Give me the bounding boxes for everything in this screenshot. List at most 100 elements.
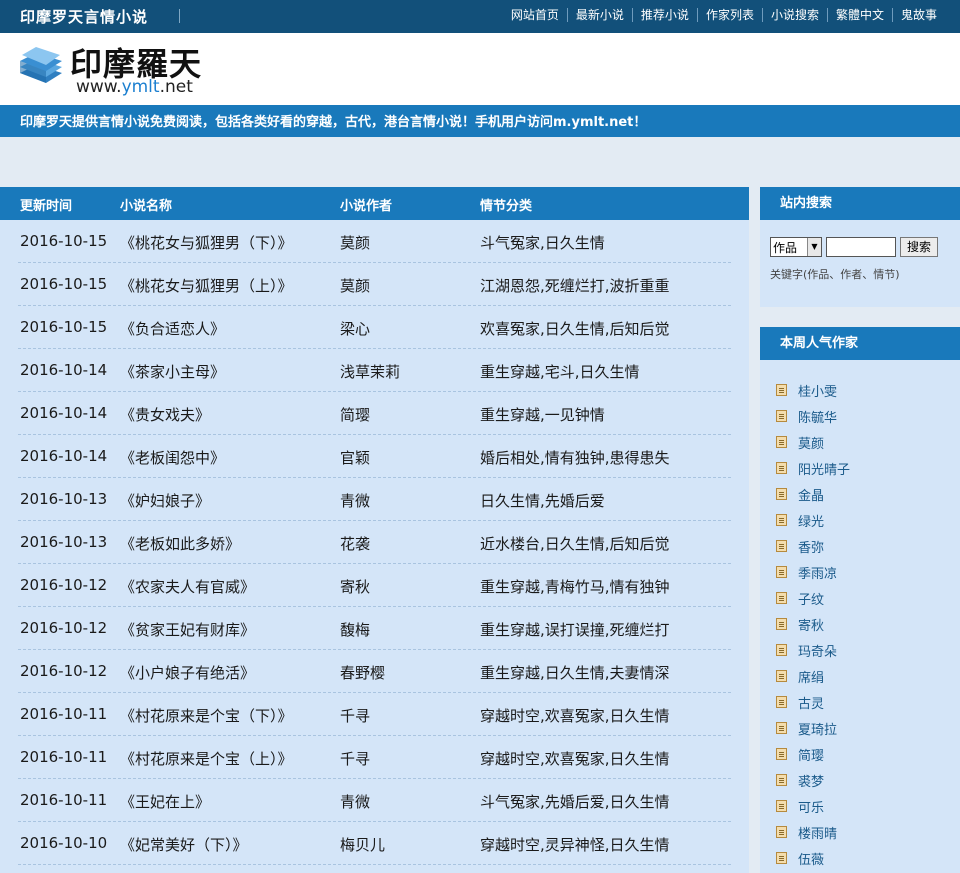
site-header: 印摩羅天 www.ymlt.net xyxy=(0,33,960,105)
author-link[interactable]: 伍薇 xyxy=(798,849,824,868)
row-title-link[interactable]: 《老板闺怨中》 xyxy=(120,447,225,468)
header-author: 小说作者 xyxy=(340,199,393,214)
list-item[interactable]: 寄秋 xyxy=(776,611,850,637)
list-item[interactable]: 香弥 xyxy=(776,533,850,559)
books-logo-icon[interactable] xyxy=(16,43,64,87)
row-title-link[interactable]: 《负合适恋人》 xyxy=(120,318,225,339)
list-item[interactable]: 夏琦拉 xyxy=(776,715,850,741)
row-author-link[interactable]: 简璎 xyxy=(340,404,370,425)
row-date: 2016-10-12 xyxy=(20,662,108,680)
author-link[interactable]: 莫颜 xyxy=(798,433,824,452)
row-title-link[interactable]: 《老板如此多娇》 xyxy=(120,533,240,554)
author-link[interactable]: 绿光 xyxy=(798,511,824,530)
list-item[interactable]: 绿光 xyxy=(776,507,850,533)
row-author-link[interactable]: 青微 xyxy=(340,490,370,511)
row-title-link[interactable]: 《王妃在上》 xyxy=(120,791,210,812)
domain-suffix: .net xyxy=(159,77,193,97)
table-row: 2016-10-11 《王妃在上》 青微 斗气冤家,先婚后爱,日久生情 xyxy=(18,779,731,822)
row-title-link[interactable]: 《村花原来是个宝（上）》 xyxy=(120,748,293,769)
row-title-link[interactable]: 《小户娘子有绝活》 xyxy=(120,662,255,683)
chevron-down-icon[interactable]: ▼ xyxy=(807,238,821,256)
author-link[interactable]: 陈毓华 xyxy=(798,407,837,426)
list-item[interactable]: 简璎 xyxy=(776,741,850,767)
row-author-link[interactable]: 青微 xyxy=(340,791,370,812)
table-row: 2016-10-11 《村花原来是个宝（上）》 千寻 穿越时空,欢喜冤家,日久生情 xyxy=(18,736,731,779)
author-link[interactable]: 阳光晴子 xyxy=(798,459,850,478)
row-title-link[interactable]: 《农家夫人有官威》 xyxy=(120,576,255,597)
nav-home[interactable]: 网站首页 xyxy=(503,8,567,22)
list-item[interactable]: 玛奇朵 xyxy=(776,637,850,663)
list-item[interactable]: 可乐 xyxy=(776,793,850,819)
list-item[interactable]: 阳光晴子 xyxy=(776,455,850,481)
row-author-link[interactable]: 寄秋 xyxy=(340,576,370,597)
row-genre: 斗气冤家,先婚后爱,日久生情 xyxy=(480,793,670,811)
row-author-link[interactable]: 梁心 xyxy=(340,318,370,339)
table-row: 2016-10-14 《老板闺怨中》 官颖 婚后相处,情有独钟,患得患失 xyxy=(18,435,731,478)
author-link[interactable]: 夏琦拉 xyxy=(798,719,837,738)
row-author-link[interactable]: 馥梅 xyxy=(340,619,370,640)
table-row: 2016-10-15 《桃花女与狐狸男（上）》 莫颜 江湖恩怨,死缠烂打,波折重重 xyxy=(18,263,731,306)
row-date: 2016-10-10 xyxy=(20,834,108,852)
list-item[interactable]: 子纹 xyxy=(776,585,850,611)
list-rows: 2016-10-15 《桃花女与狐狸男（下）》 莫颜 斗气冤家,日久生情 2016-1… xyxy=(0,220,749,865)
nav-ghost-stories[interactable]: 鬼故事 xyxy=(891,8,945,22)
row-author-link[interactable]: 花袭 xyxy=(340,533,370,554)
list-item[interactable]: 季雨凉 xyxy=(776,559,850,585)
row-title-link[interactable]: 《贫家王妃有财库》 xyxy=(120,619,255,640)
search-type-select[interactable]: 作品 ▼ xyxy=(770,237,822,257)
author-link[interactable]: 香弥 xyxy=(798,537,824,556)
row-date: 2016-10-15 xyxy=(20,318,108,336)
row-title-link[interactable]: 《茶家小主母》 xyxy=(120,361,225,382)
list-item[interactable]: 莫颜 xyxy=(776,429,850,455)
row-author-link[interactable]: 千寻 xyxy=(340,705,370,726)
author-link[interactable]: 可乐 xyxy=(798,797,824,816)
list-item[interactable]: 金晶 xyxy=(776,481,850,507)
popular-authors-panel: 本周人气作家 桂小雯 陈毓华 莫颜 阳光晴子 金晶 绿光 香弥 季雨凉 子纹 寄… xyxy=(760,327,960,873)
author-link[interactable]: 寄秋 xyxy=(798,615,824,634)
row-title-link[interactable]: 《桃花女与狐狸男（下）》 xyxy=(120,232,293,253)
search-input[interactable] xyxy=(826,237,896,257)
author-link[interactable]: 季雨凉 xyxy=(798,563,837,582)
author-link[interactable]: 楼雨晴 xyxy=(798,823,837,842)
author-link[interactable]: 古灵 xyxy=(798,693,824,712)
table-row: 2016-10-15 《负合适恋人》 梁心 欢喜冤家,日久生情,后知后觉 xyxy=(18,306,731,349)
row-author-link[interactable]: 浅草茉莉 xyxy=(340,361,400,382)
search-button[interactable]: 搜索 xyxy=(900,237,939,257)
row-date: 2016-10-14 xyxy=(20,447,108,465)
row-author-link[interactable]: 千寻 xyxy=(340,748,370,769)
row-title-link[interactable]: 《桃花女与狐狸男（上）》 xyxy=(120,275,293,296)
author-link[interactable]: 桂小雯 xyxy=(798,381,837,400)
author-link[interactable]: 子纹 xyxy=(798,589,824,608)
nav-traditional[interactable]: 繁體中文 xyxy=(826,8,892,22)
author-link[interactable]: 简璎 xyxy=(798,745,824,764)
row-title-link[interactable]: 《妒妇娘子》 xyxy=(120,490,210,511)
site-name[interactable]: 印摩罗天言情小说 xyxy=(20,6,148,27)
list-item[interactable]: 席绢 xyxy=(776,663,850,689)
list-item[interactable]: 楼雨晴 xyxy=(776,819,850,845)
nav-recommended[interactable]: 推荐小说 xyxy=(631,8,697,22)
row-author-link[interactable]: 春野樱 xyxy=(340,662,385,683)
nav-search[interactable]: 小说搜索 xyxy=(761,8,827,22)
top-bar: 印摩罗天言情小说 网站首页 最新小说 推荐小说 作家列表 小说搜索 繁體中文 鬼… xyxy=(0,0,960,33)
row-author-link[interactable]: 官颖 xyxy=(340,447,370,468)
list-item[interactable]: 古灵 xyxy=(776,689,850,715)
list-item[interactable]: 伍薇 xyxy=(776,845,850,871)
list-item[interactable]: 陈毓华 xyxy=(776,403,850,429)
nav-latest[interactable]: 最新小说 xyxy=(566,8,632,22)
row-author-link[interactable]: 莫颜 xyxy=(340,232,370,253)
nav-authors[interactable]: 作家列表 xyxy=(696,8,762,22)
list-item[interactable]: 桂小雯 xyxy=(776,377,850,403)
list-item[interactable]: 裘梦 xyxy=(776,767,850,793)
document-icon xyxy=(776,566,787,578)
row-title-link[interactable]: 《妃常美好（下）》 xyxy=(120,834,248,855)
row-author-link[interactable]: 梅贝儿 xyxy=(340,834,385,855)
author-link[interactable]: 裘梦 xyxy=(798,771,824,790)
author-link[interactable]: 玛奇朵 xyxy=(798,641,837,660)
author-link[interactable]: 金晶 xyxy=(798,485,824,504)
row-title-link[interactable]: 《贵女戏夫》 xyxy=(120,404,210,425)
row-title-link[interactable]: 《村花原来是个宝（下）》 xyxy=(120,705,293,726)
row-genre: 重生穿越,误打误撞,死缠烂打 xyxy=(480,621,670,639)
row-author-link[interactable]: 莫颜 xyxy=(340,275,370,296)
row-date: 2016-10-15 xyxy=(20,232,108,250)
author-link[interactable]: 席绢 xyxy=(798,667,824,686)
